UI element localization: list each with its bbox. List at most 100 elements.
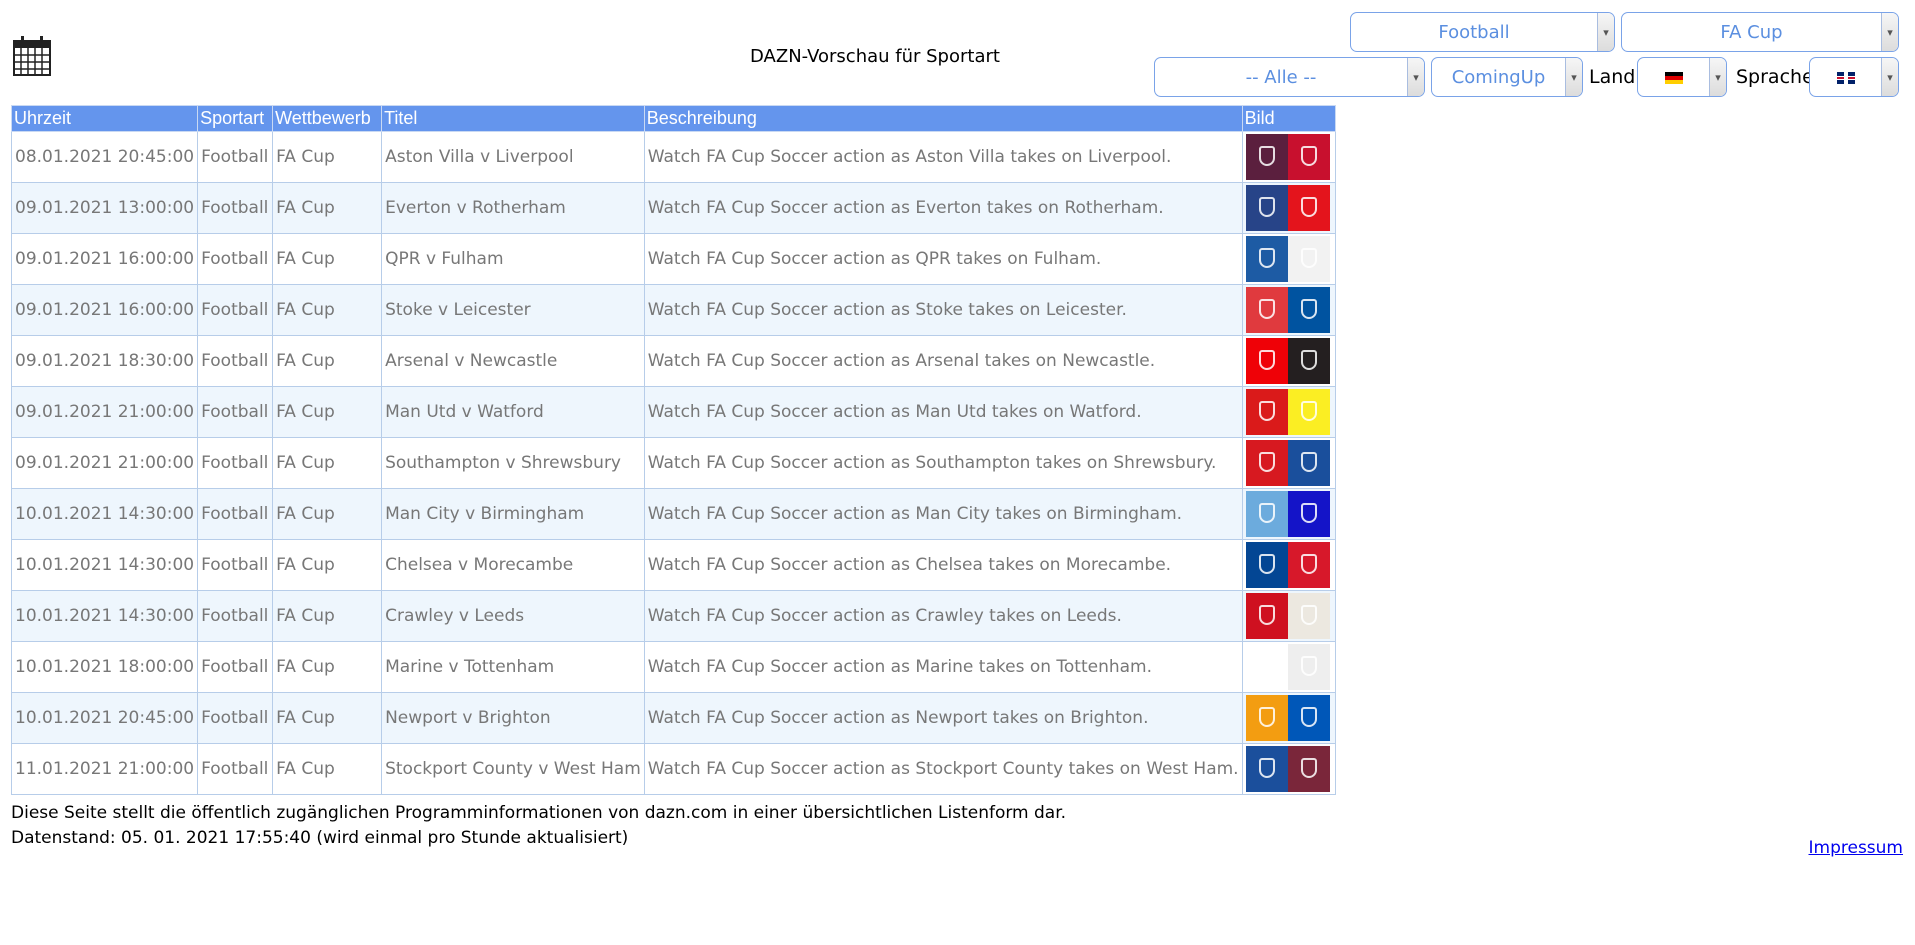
- table-row[interactable]: 10.01.2021 14:30:00 Football FA Cup Man Cit…: [10, 488, 1336, 540]
- cell-title: Crawley v Leeds: [381, 590, 645, 642]
- table-row[interactable]: 10.01.2021 14:30:00 Football FA Cup Crawley…: [10, 590, 1336, 642]
- cell-description: Watch FA Cup Soccer action as Stoke take…: [643, 284, 1243, 336]
- cell-time: 09.01.2021 13:00:00: [10, 182, 199, 234]
- cell-competition: FA Cup: [272, 335, 383, 387]
- impressum-link[interactable]: Impressum: [1809, 838, 1904, 858]
- cell-title: Aston Villa v Liverpool: [381, 131, 645, 183]
- cell-sport: Football: [197, 131, 274, 183]
- home-team-crest-icon: [1245, 593, 1288, 639]
- col-beschreibung: Beschreibung: [643, 105, 1243, 132]
- table-row[interactable]: 10.01.2021 20:45:00 Football FA Cup Newport…: [10, 692, 1336, 744]
- mode-select-value: ComingUp: [1451, 66, 1546, 88]
- table-row[interactable]: 11.01.2021 21:00:00 Football FA Cup Stockpo…: [10, 743, 1336, 795]
- cell-title: Stoke v Leicester: [381, 284, 645, 336]
- mode-select[interactable]: ComingUp ▾: [1431, 57, 1583, 97]
- flag-gb-icon: [1836, 71, 1855, 84]
- cell-time: 10.01.2021 14:30:00: [10, 590, 199, 642]
- flag-de-icon: [1664, 71, 1683, 84]
- table-row[interactable]: 09.01.2021 21:00:00 Football FA Cup Man Utd…: [10, 386, 1336, 438]
- chevron-down-icon: ▾: [1881, 13, 1898, 51]
- chevron-down-icon: ▾: [1881, 58, 1898, 96]
- cell-title: Newport v Brighton: [381, 692, 645, 744]
- home-team-crest-icon: [1245, 287, 1288, 333]
- cell-time: 10.01.2021 20:45:00: [10, 692, 199, 744]
- cell-competition: FA Cup: [272, 131, 383, 183]
- cell-time: 08.01.2021 20:45:00: [10, 131, 199, 183]
- home-team-crest-icon: [1245, 491, 1288, 537]
- sport-select[interactable]: Football ▾: [1350, 12, 1615, 52]
- table-row[interactable]: 08.01.2021 20:45:00 Football FA Cup Aston V…: [10, 131, 1336, 183]
- cell-time: 09.01.2021 18:30:00: [10, 335, 199, 387]
- col-uhrzeit: Uhrzeit: [10, 105, 199, 132]
- table-row[interactable]: 10.01.2021 18:00:00 Football FA Cup Marine …: [10, 641, 1336, 693]
- footer-timestamp: Datenstand: 05. 01. 2021 17:55:40 (wird …: [11, 828, 629, 848]
- away-team-crest-icon: [1287, 593, 1330, 639]
- cell-sport: Football: [197, 692, 274, 744]
- home-team-crest-icon: [1245, 389, 1288, 435]
- chevron-down-icon: ▾: [1709, 58, 1726, 96]
- table-row[interactable]: 09.01.2021 18:30:00 Football FA Cup Arsenal…: [10, 335, 1336, 387]
- cell-time: 09.01.2021 21:00:00: [10, 386, 199, 438]
- table-row[interactable]: 09.01.2021 16:00:00 Football FA Cup QPR v F…: [10, 233, 1336, 285]
- cell-sport: Football: [197, 437, 274, 489]
- cell-title: Arsenal v Newcastle: [381, 335, 645, 387]
- cell-image: [1241, 284, 1336, 336]
- chevron-down-icon: ▾: [1597, 13, 1614, 51]
- home-team-crest-icon: [1245, 236, 1288, 282]
- away-team-crest-icon: [1287, 287, 1330, 333]
- footer-description: Diese Seite stellt die öffentlich zugäng…: [11, 803, 1067, 823]
- language-select[interactable]: ▾: [1809, 57, 1899, 97]
- cell-sport: Football: [197, 539, 274, 591]
- chevron-down-icon: ▾: [1407, 58, 1424, 96]
- cell-time: 10.01.2021 14:30:00: [10, 539, 199, 591]
- table-row[interactable]: 09.01.2021 13:00:00 Football FA Cup Everton…: [10, 182, 1336, 234]
- cell-image: [1241, 641, 1336, 693]
- cell-description: Watch FA Cup Soccer action as Man Utd ta…: [643, 386, 1243, 438]
- cell-sport: Football: [197, 284, 274, 336]
- cell-image: [1241, 539, 1336, 591]
- sport-select-value: Football: [1438, 21, 1510, 43]
- col-bild: Bild: [1241, 105, 1336, 132]
- cell-image: [1241, 437, 1336, 489]
- cell-image: [1241, 335, 1336, 387]
- table-row[interactable]: 10.01.2021 14:30:00 Football FA Cup Chelsea…: [10, 539, 1336, 591]
- cell-image: [1241, 590, 1336, 642]
- away-team-crest-icon: [1287, 542, 1330, 588]
- cell-description: Watch FA Cup Soccer action as Everton ta…: [643, 182, 1243, 234]
- col-sportart: Sportart: [197, 105, 274, 132]
- cell-competition: FA Cup: [272, 590, 383, 642]
- cell-sport: Football: [197, 335, 274, 387]
- cell-sport: Football: [197, 233, 274, 285]
- cell-image: [1241, 131, 1336, 183]
- category-select[interactable]: -- Alle -- ▾: [1154, 57, 1425, 97]
- cell-description: Watch FA Cup Soccer action as Man City t…: [643, 488, 1243, 540]
- calendar-icon[interactable]: [12, 35, 52, 77]
- cell-competition: FA Cup: [272, 488, 383, 540]
- cell-title: Everton v Rotherham: [381, 182, 645, 234]
- away-team-crest-icon: [1287, 695, 1330, 741]
- country-select[interactable]: ▾: [1637, 57, 1727, 97]
- cell-image: [1241, 488, 1336, 540]
- cell-competition: FA Cup: [272, 539, 383, 591]
- away-team-crest-icon: [1287, 185, 1330, 231]
- away-team-crest-icon: [1287, 236, 1330, 282]
- cell-sport: Football: [197, 182, 274, 234]
- cell-description: Watch FA Cup Soccer action as Southampto…: [643, 437, 1243, 489]
- away-team-crest-icon: [1287, 389, 1330, 435]
- cell-description: Watch FA Cup Soccer action as Stockport …: [643, 743, 1243, 795]
- home-team-crest-icon: [1245, 644, 1288, 690]
- cell-time: 09.01.2021 21:00:00: [10, 437, 199, 489]
- page-title: DAZN-Vorschau für Sportart: [750, 46, 1000, 67]
- cell-sport: Football: [197, 386, 274, 438]
- away-team-crest-icon: [1287, 440, 1330, 486]
- chevron-down-icon: ▾: [1565, 58, 1582, 96]
- cell-competition: FA Cup: [272, 743, 383, 795]
- away-team-crest-icon: [1287, 644, 1330, 690]
- cell-competition: FA Cup: [272, 641, 383, 693]
- cell-sport: Football: [197, 590, 274, 642]
- table-row[interactable]: 09.01.2021 16:00:00 Football FA Cup Stoke v…: [10, 284, 1336, 336]
- table-row[interactable]: 09.01.2021 21:00:00 Football FA Cup Southam…: [10, 437, 1336, 489]
- competition-select[interactable]: FA Cup ▾: [1621, 12, 1899, 52]
- cell-image: [1241, 386, 1336, 438]
- cell-description: Watch FA Cup Soccer action as Aston Vill…: [643, 131, 1243, 183]
